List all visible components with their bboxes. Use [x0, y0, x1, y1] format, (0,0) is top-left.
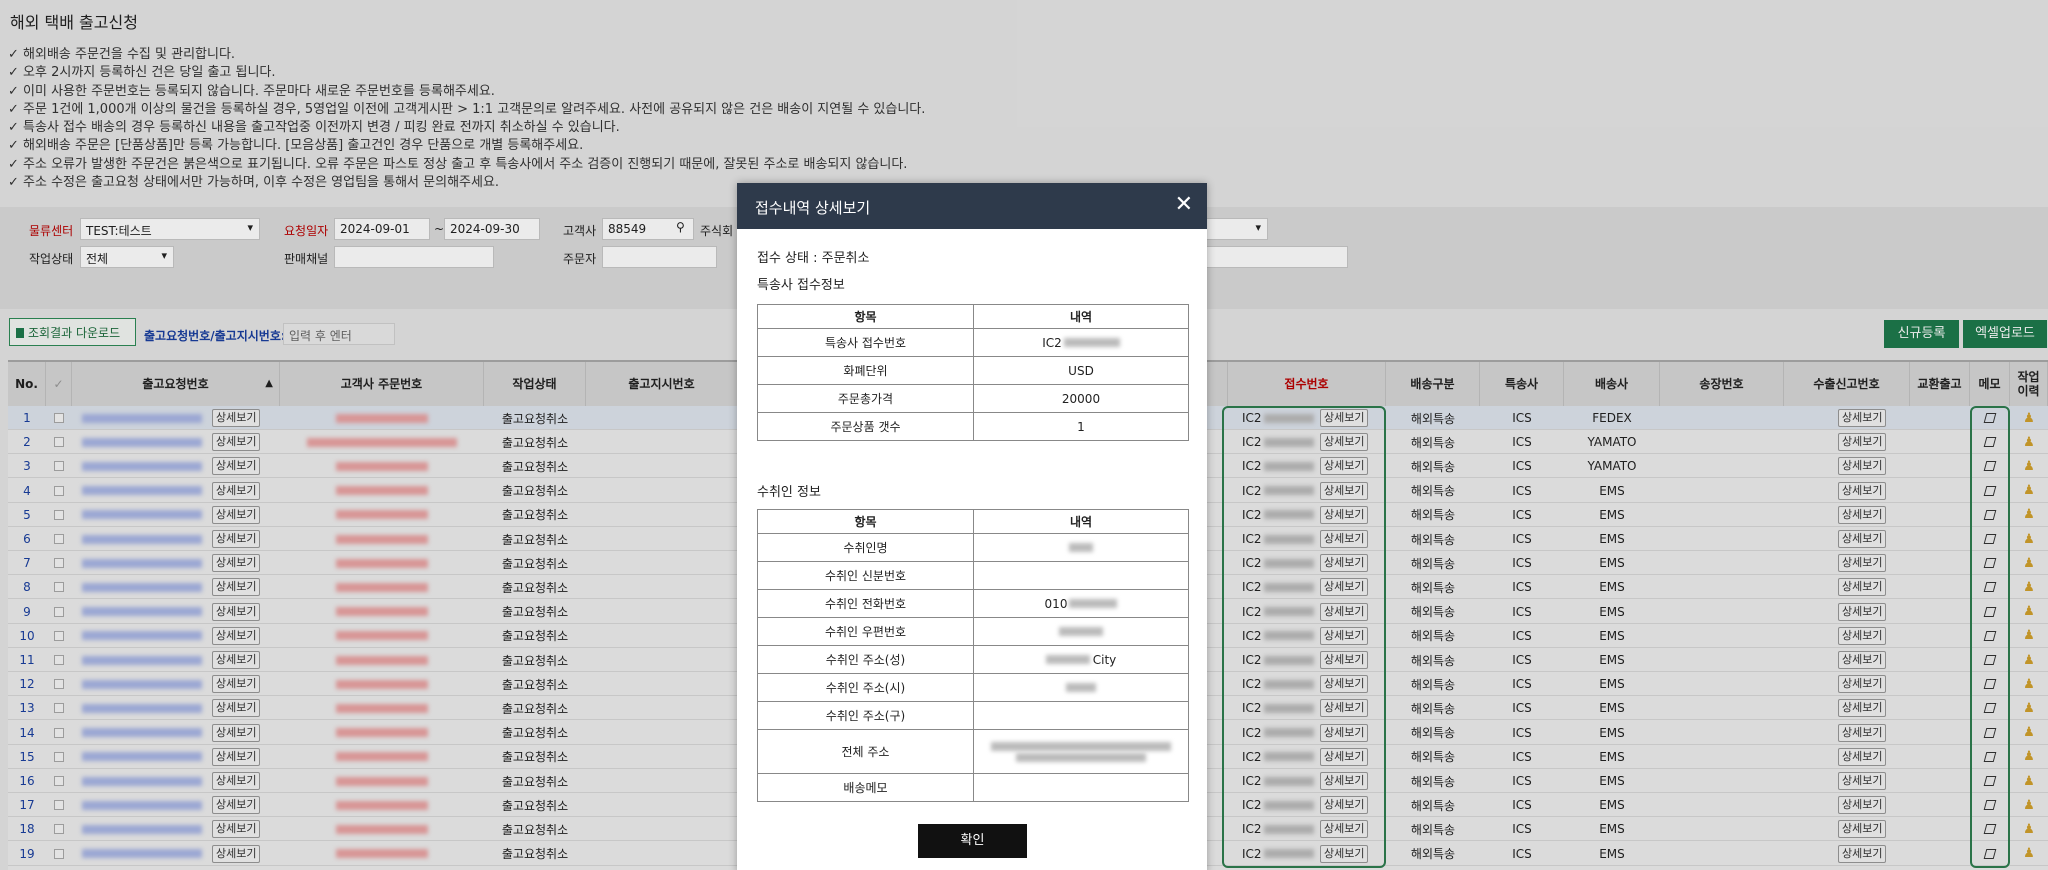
row-value: City	[973, 645, 1189, 674]
row-value	[973, 533, 1189, 562]
row-label: 주문총가격	[757, 384, 974, 413]
row-value: 1	[973, 412, 1189, 441]
row-label: 화폐단위	[757, 356, 974, 385]
row-value	[973, 617, 1189, 646]
row-label: 배송메모	[757, 773, 974, 802]
close-icon[interactable]: ✕	[1175, 194, 1193, 216]
col-detail: 내역	[973, 304, 1189, 329]
modal-header: 접수내역 상세보기 ✕	[737, 183, 1207, 229]
row-value	[973, 773, 1189, 802]
col-item: 항목	[757, 509, 974, 534]
row-label: 수취인 주소(시)	[757, 673, 974, 702]
row-value: 010	[973, 589, 1189, 618]
modal-status: 접수 상태 : 주문취소	[757, 251, 870, 266]
row-value: USD	[973, 356, 1189, 385]
row-value	[973, 673, 1189, 702]
row-label: 수취인 주소(구)	[757, 701, 974, 730]
modal-title: 접수내역 상세보기	[755, 199, 871, 217]
row-label: 수취인 전화번호	[757, 589, 974, 618]
row-label: 수취인 주소(성)	[757, 645, 974, 674]
row-label: 수취인 우편번호	[757, 617, 974, 646]
row-label: 주문상품 갯수	[757, 412, 974, 441]
recipient-table: 항목 내역 수취인명 수취인 신분번호 수취인 전화번호 010 수취인 우편번호 …	[757, 509, 1189, 802]
receipt-detail-modal: 접수내역 상세보기 ✕ 접수 상태 : 주문취소 특송사 접수정보 항목 내역 특…	[737, 183, 1207, 870]
row-label: 전체 주소	[757, 729, 974, 774]
row-value: IC2	[973, 328, 1189, 357]
row-value: 20000	[973, 384, 1189, 413]
row-value	[973, 701, 1189, 730]
recipient-section-title: 수취인 정보	[757, 485, 821, 500]
col-detail: 내역	[973, 509, 1189, 534]
row-label: 수취인명	[757, 533, 974, 562]
row-value	[973, 729, 1189, 774]
carrier-table: 항목 내역 특송사 접수번호 IC2 화폐단위 USD 주문총가격 20000 주문상품…	[757, 304, 1189, 441]
carrier-section-title: 특송사 접수정보	[757, 278, 845, 293]
col-item: 항목	[757, 304, 974, 329]
row-label: 특송사 접수번호	[757, 328, 974, 357]
row-value	[973, 561, 1189, 590]
confirm-button[interactable]: 확인	[918, 824, 1027, 858]
row-label: 수취인 신분번호	[757, 561, 974, 590]
